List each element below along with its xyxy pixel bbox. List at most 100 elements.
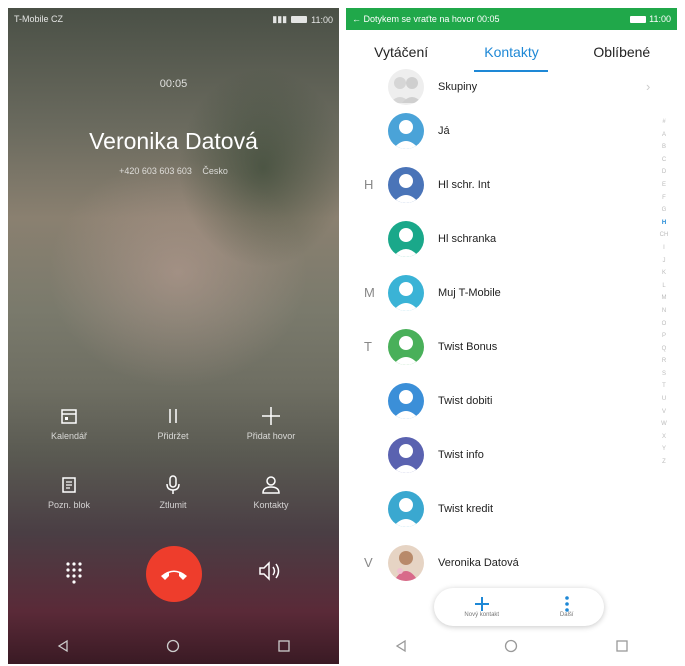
contact-name: Muj T-Mobile xyxy=(438,287,501,299)
more-label: Další xyxy=(559,612,574,618)
person-avatar-icon xyxy=(388,437,424,473)
list-item[interactable]: Twist kredit xyxy=(346,482,651,536)
person-avatar-icon xyxy=(388,329,424,365)
list-item[interactable]: Twist info xyxy=(346,428,651,482)
index-letter[interactable]: V xyxy=(662,406,666,419)
call-screen: T-Mobile CZ ▮▮▮ 11:00 00:05 Veronika Dat… xyxy=(8,8,339,664)
pause-icon xyxy=(169,409,177,423)
back-icon[interactable] xyxy=(56,639,70,653)
calendar-button[interactable]: Kalendář xyxy=(24,403,114,441)
contact-name: Twist kredit xyxy=(438,503,494,515)
index-letter[interactable]: W xyxy=(661,418,667,431)
list-item[interactable]: H Hl schr. Int xyxy=(346,158,651,212)
carrier-label: T-Mobile CZ xyxy=(14,14,64,24)
index-letter[interactable]: C xyxy=(662,154,666,167)
index-letter[interactable]: O xyxy=(662,318,667,331)
index-letter[interactable]: B xyxy=(662,141,666,154)
index-letter[interactable]: M xyxy=(662,292,667,305)
index-letter[interactable]: I xyxy=(663,242,665,255)
person-avatar-icon xyxy=(388,167,424,203)
index-letter[interactable]: # xyxy=(662,116,665,129)
recents-icon[interactable] xyxy=(277,639,291,653)
person-avatar-icon xyxy=(388,221,424,257)
index-letter[interactable]: E xyxy=(662,179,666,192)
dialpad-icon xyxy=(66,562,82,584)
contacts-label: Kontakty xyxy=(253,500,289,510)
list-item[interactable]: Hl schranka xyxy=(346,212,651,266)
index-letter[interactable]: P xyxy=(662,330,666,343)
index-letter[interactable]: K xyxy=(662,267,666,280)
dialpad-button[interactable] xyxy=(64,560,84,589)
contact-name: Twist dobiti xyxy=(438,395,493,407)
recents-icon[interactable] xyxy=(615,639,629,653)
person-avatar-icon xyxy=(388,491,424,527)
index-letter[interactable]: Y xyxy=(662,443,666,456)
end-call-icon xyxy=(161,570,187,580)
contacts-button[interactable]: Kontakty xyxy=(226,472,316,510)
index-letter[interactable]: Q xyxy=(662,343,667,356)
list-item[interactable]: V Veronika Datová xyxy=(346,536,651,590)
caller-name: Veronika Datová xyxy=(89,128,258,154)
notepad-label: Pozn. blok xyxy=(47,500,91,510)
notepad-button[interactable]: Pozn. blok xyxy=(24,472,114,510)
navigation-bar xyxy=(346,628,677,664)
index-letter[interactable]: A xyxy=(662,129,666,142)
index-letter[interactable]: G xyxy=(662,204,667,217)
hold-label: Přidržet xyxy=(157,431,189,441)
end-call-button[interactable] xyxy=(146,546,202,602)
index-letter[interactable]: N xyxy=(662,305,666,318)
section-letter: V xyxy=(364,555,373,570)
list-item[interactable]: Twist dobiti xyxy=(346,374,651,428)
index-letter[interactable]: CH xyxy=(660,229,669,242)
contact-name: Twist Bonus xyxy=(438,341,498,353)
person-avatar-icon xyxy=(388,383,424,419)
battery-icon xyxy=(630,15,647,23)
person-avatar-icon xyxy=(388,113,424,149)
contact-name: Twist info xyxy=(438,449,484,461)
alphabet-index[interactable]: # A B C D E F G H CH I J K L M N O P Q R S T U V W X Y Z xyxy=(657,116,671,469)
notepad-icon xyxy=(62,477,76,493)
index-letter[interactable]: J xyxy=(663,255,666,268)
person-avatar-icon xyxy=(388,275,424,311)
new-contact-label: Nový kontakt xyxy=(464,612,500,618)
contact-name: Já xyxy=(438,125,450,137)
index-letter[interactable]: Z xyxy=(662,456,666,469)
tab-favorites[interactable]: Oblíbené xyxy=(567,44,677,60)
mute-label: Ztlumit xyxy=(159,500,187,510)
tab-contacts[interactable]: Kontakty xyxy=(456,44,566,72)
index-letter[interactable]: H xyxy=(662,217,666,230)
list-item[interactable]: T Twist Bonus xyxy=(346,320,651,374)
list-item[interactable]: Já xyxy=(346,104,651,158)
hold-button[interactable]: Přidržet xyxy=(128,403,218,441)
status-time: 11:00 xyxy=(311,14,333,25)
more-vertical-icon xyxy=(564,596,569,612)
index-letter[interactable]: F xyxy=(662,192,666,205)
more-button[interactable]: Další xyxy=(560,596,574,618)
contacts-screen: ← Dotykem se vraťte na hovor 00:05 11:00… xyxy=(346,8,677,664)
index-letter[interactable]: R xyxy=(662,355,666,368)
microphone-icon xyxy=(166,475,180,494)
signal-icon: ▮▮▮ xyxy=(272,14,288,24)
list-item[interactable]: M Muj T-Mobile xyxy=(346,266,651,320)
index-letter[interactable]: L xyxy=(662,280,665,293)
index-letter[interactable]: T xyxy=(662,380,666,393)
back-icon[interactable] xyxy=(394,639,408,653)
home-icon[interactable] xyxy=(166,639,180,653)
index-letter[interactable]: S xyxy=(662,368,666,381)
home-icon[interactable] xyxy=(504,639,518,653)
tab-dialer[interactable]: Vytáčení xyxy=(346,44,456,60)
mute-button[interactable]: Ztlumit xyxy=(128,472,218,510)
back-arrow-icon: ← xyxy=(352,14,361,24)
add-call-button[interactable]: Přidat hovor xyxy=(226,403,316,441)
section-letter: M xyxy=(364,285,375,300)
caller-details: +420 603 603 603 Česko xyxy=(8,166,339,176)
return-to-call-bar[interactable]: ← Dotykem se vraťte na hovor 00:05 11:00 xyxy=(346,8,677,30)
action-bar: Nový kontakt Další xyxy=(434,588,604,626)
index-letter[interactable]: U xyxy=(662,393,666,406)
index-letter[interactable]: D xyxy=(662,166,666,179)
new-contact-button[interactable]: Nový kontakt xyxy=(464,596,499,618)
index-letter[interactable]: X xyxy=(662,431,666,444)
speaker-button[interactable] xyxy=(258,560,282,587)
plus-icon xyxy=(262,407,280,425)
add-call-label: Přidat hovor xyxy=(246,431,296,441)
